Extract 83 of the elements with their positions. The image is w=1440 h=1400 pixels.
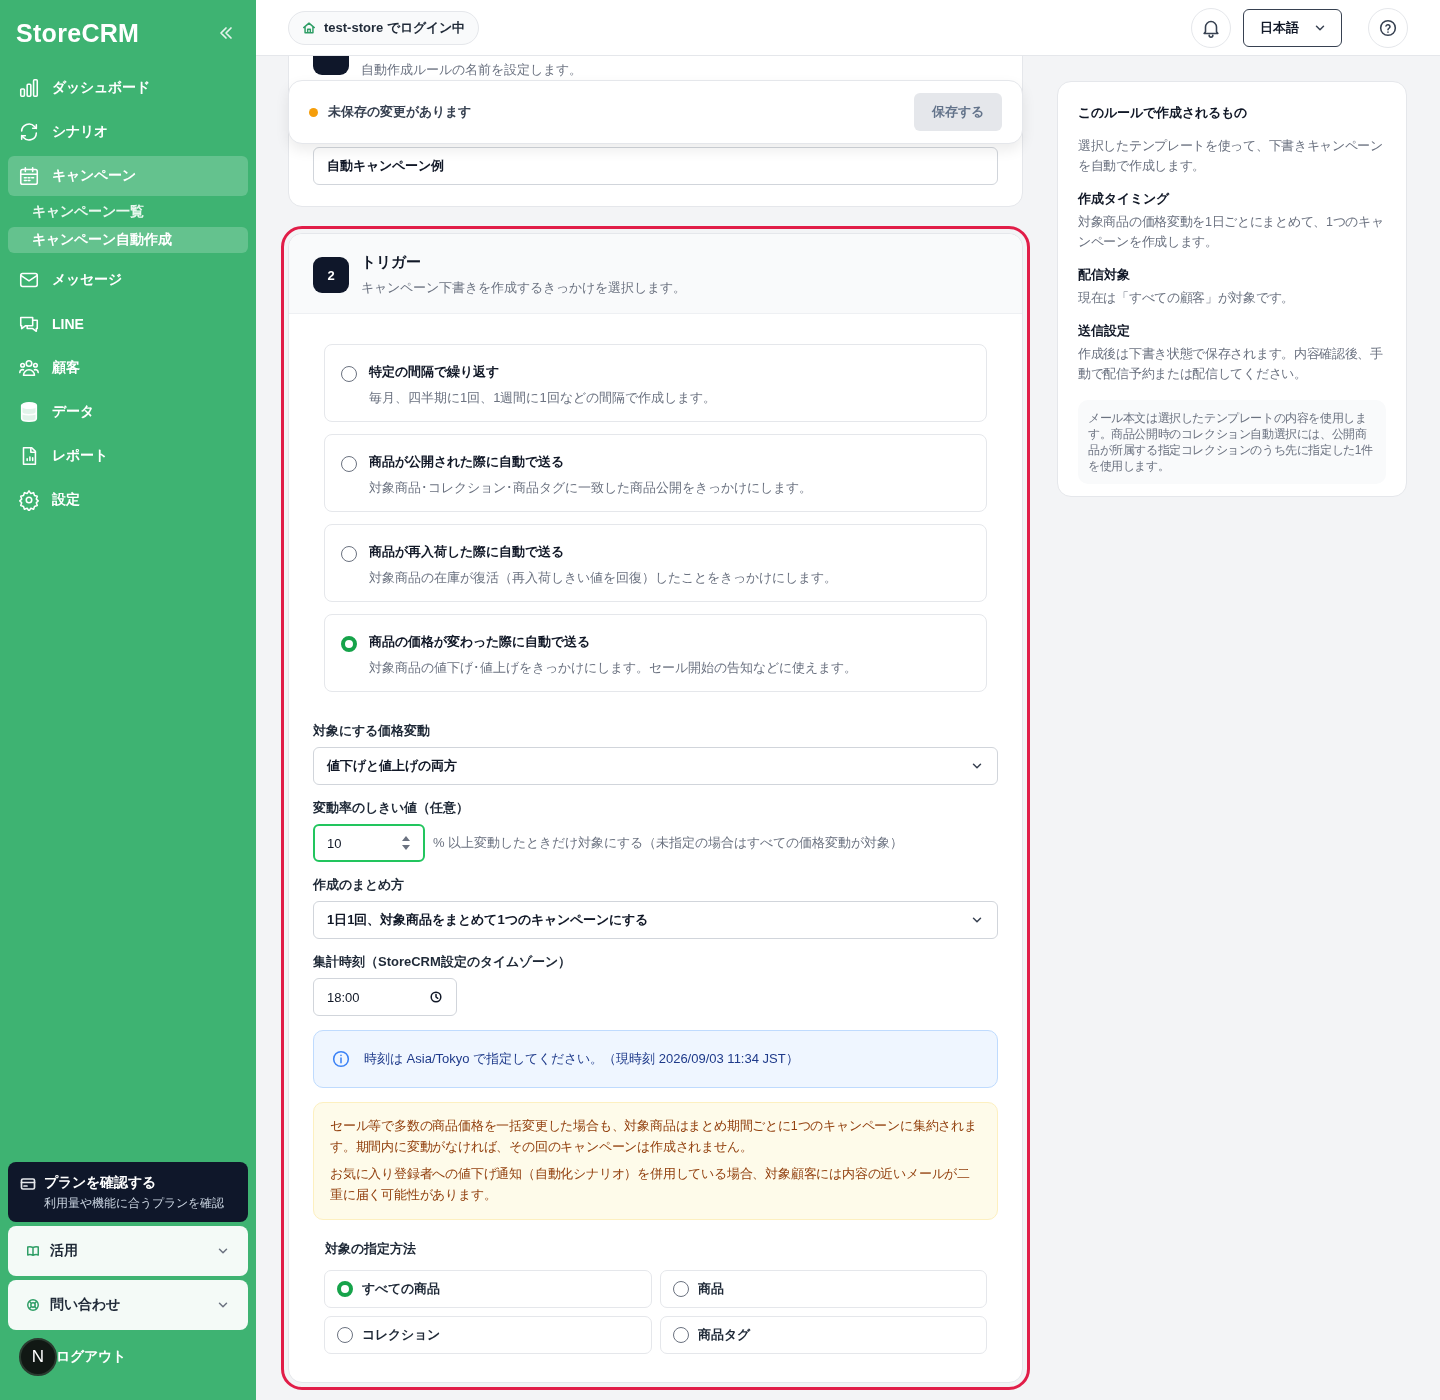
summary-text: 現在は「すべての顧客」が対象です。: [1078, 290, 1295, 307]
login-badge: test-store でログイン中: [288, 10, 479, 45]
radio-button[interactable]: [341, 636, 357, 652]
target-option[interactable]: 商品タグ: [659, 1316, 987, 1354]
summary-heading: 送信設定: [1078, 322, 1131, 340]
radio-button[interactable]: [341, 546, 357, 562]
option-description: 毎月、四半期に1回、1週間に1回などの間隔で作成します。: [369, 389, 716, 407]
credit-card-icon: [20, 1176, 36, 1192]
plan-subtitle: 利用量や機能に合うプランを確認: [44, 1195, 224, 1212]
option-label: 商品タグ: [697, 1326, 750, 1344]
plan-card[interactable]: プランを確認する 利用量や機能に合うプランを確認: [8, 1162, 248, 1222]
option-title: 商品が公開された際に自動で送る: [369, 453, 565, 471]
clock-icon: [429, 990, 443, 1004]
calendar-icon: [18, 165, 40, 187]
option-title: 特定の間隔で繰り返す: [369, 363, 500, 381]
database-icon: [18, 401, 40, 423]
accordion-item[interactable]: 活用: [8, 1226, 248, 1276]
target-option[interactable]: コレクション: [324, 1316, 652, 1354]
step-description: キャンペーン下書きを作成するきっかけを選択します。: [361, 279, 686, 297]
language-dropdown[interactable]: 日本語: [1243, 8, 1342, 47]
option-title: 商品の価格が変わった際に自動で送る: [369, 633, 591, 651]
settings-icon: [18, 489, 40, 511]
warning-text: お気に入り登録者への値下げ通知（自動化シナリオ）を併用している場合、対象顧客には内容の近いメールが二重に届く可能性があります。: [330, 1166, 971, 1204]
refresh-icon: [18, 121, 40, 143]
summary-note: メール本文は選択したテンプレートの内容を使用します。商品公開時のコレクション自動選択には、公開商品が所属する指定コレクションのうち先に指定した1件を使用します。: [1078, 400, 1386, 484]
target-option[interactable]: すべての商品: [324, 1270, 652, 1308]
radio-button[interactable]: [341, 366, 357, 382]
option-label: 商品: [697, 1280, 724, 1298]
accordion-label: 活用: [50, 1242, 79, 1260]
option-label: コレクション: [362, 1326, 440, 1344]
select-dropdown[interactable]: 値下げと値上げの両方: [313, 747, 998, 785]
field-label: 対象の指定方法: [324, 1240, 417, 1258]
name-input[interactable]: 自動キャンペーン例: [313, 147, 998, 185]
trigger-option[interactable]: 特定の間隔で繰り返す 毎月、四半期に1回、1週間に1回などの間隔で作成します。: [324, 344, 987, 422]
book-icon: [26, 1244, 40, 1258]
avatar[interactable]: N: [19, 1338, 57, 1376]
unsaved-message: 未保存の変更があります: [328, 103, 472, 121]
notification-button[interactable]: [1191, 7, 1231, 48]
plan-title: プランを確認する: [44, 1174, 157, 1192]
select-dropdown[interactable]: 1日1回、対象商品をまとめて1つのキャンペーンにする: [313, 901, 998, 939]
radio-button[interactable]: [672, 1281, 689, 1297]
accordion-item[interactable]: 問い合わせ: [8, 1280, 248, 1330]
option-description: 対象商品･コレクション･商品タグに一致した商品公開をきっかけにします。: [369, 479, 812, 497]
home-icon: [302, 20, 316, 35]
radio-button[interactable]: [337, 1281, 353, 1297]
field-label: 変動率のしきい値（任意）: [313, 799, 470, 817]
stepper-icon: [401, 834, 411, 852]
field-label: 対象にする価格変動: [313, 722, 431, 740]
summary-heading: 配信対象: [1078, 266, 1131, 284]
bar-chart-icon: [18, 77, 40, 99]
accordion-label: 問い合わせ: [50, 1296, 121, 1314]
step-number: 2: [313, 257, 349, 293]
help-button[interactable]: [1368, 7, 1408, 48]
trigger-option[interactable]: 商品が再入荷した際に自動で送る 対象商品の在庫が復活（再入荷しきい値を回復）したことをきっかけにします。: [324, 524, 987, 602]
warning-text: セール等で多数の商品価格を一括変更した場合も、対象商品はまとめ期間ごとに1つのキャンペーンに集約されます。期間内に変動がなければ、その回のキャンペーンは作成されません。: [330, 1118, 978, 1156]
trigger-option[interactable]: 商品が公開された際に自動で送る 対象商品･コレクション･商品タグに一致した商品公開をきっかけにします。: [324, 434, 987, 512]
summary-text: 選択したテンプレートを使って、下書きキャンペーンを自動で作成します。: [1078, 138, 1384, 175]
summary-text: 作成後は下書き状態で保存されます。内容確認後、手動で配信予約または配信してください。: [1078, 346, 1384, 383]
users-icon: [18, 357, 40, 379]
info-text: 時刻は Asia/Tokyo で指定してください。（現時刻 2026/09/03 11:34 JST）: [364, 1050, 799, 1068]
number-input[interactable]: 10: [313, 824, 425, 862]
option-title: 商品が再入荷した際に自動で送る: [369, 543, 565, 561]
target-option[interactable]: 商品: [659, 1270, 987, 1308]
app-logo: StoreCRM: [16, 18, 140, 48]
collapse-icon[interactable]: [218, 25, 234, 41]
option-label: すべての商品: [362, 1280, 440, 1298]
option-description: 対象商品の値下げ･値上げをきっかけにします。セール開始の告知などに使えます。: [369, 659, 857, 677]
trigger-option[interactable]: 商品の価格が変わった際に自動で送る 対象商品の値下げ･値上げをきっかけにします。セール開始の告知などに使えます。: [324, 614, 987, 692]
radio-button[interactable]: [672, 1327, 689, 1343]
radio-button[interactable]: [337, 1327, 353, 1343]
field-label: 作成のまとめ方: [313, 876, 405, 894]
time-input[interactable]: 18:00: [313, 978, 457, 1016]
radio-button[interactable]: [341, 456, 357, 472]
helper-text: % 以上変動したときだけ対象にする（未指定の場合はすべての価格変動が対象）: [433, 834, 904, 852]
summary-text: 対象商品の価格変動を1日ごとにまとめて、1つのキャンペーンを作成します。: [1078, 214, 1385, 251]
option-description: 対象商品の在庫が復活（再入荷しきい値を回復）したことをきっかけにします。: [369, 569, 837, 587]
step-title: トリガー: [361, 253, 422, 272]
step-description: 自動作成ルールの名前を設定します。: [361, 61, 582, 79]
lifebuoy-icon: [26, 1298, 40, 1312]
summary-title: このルールで作成されるもの: [1078, 104, 1248, 122]
info-icon: [330, 1048, 352, 1070]
field-label: 集計時刻（StoreCRM設定のタイムゾーン）: [313, 953, 572, 971]
summary-heading: 作成タイミング: [1078, 190, 1171, 208]
